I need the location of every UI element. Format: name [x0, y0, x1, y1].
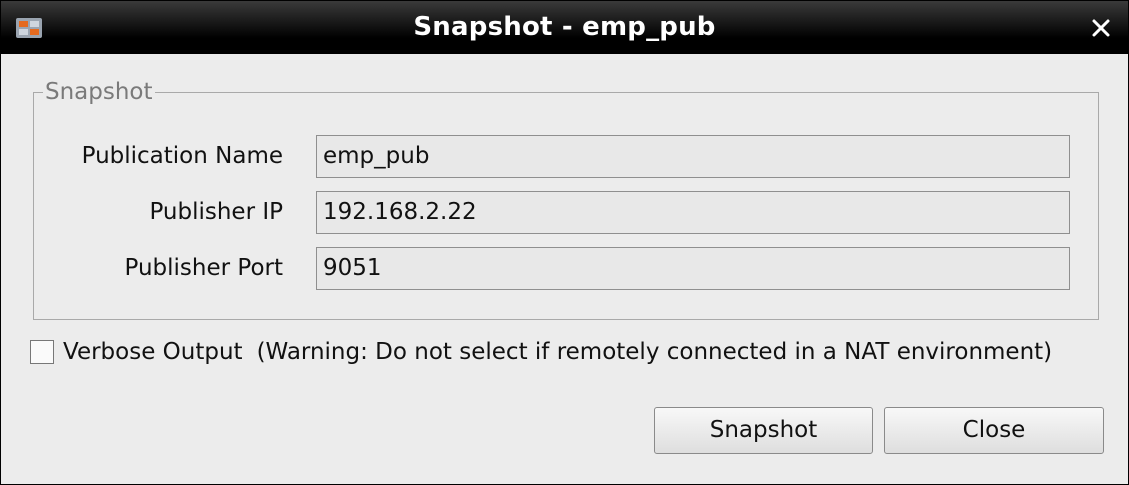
- group-legend: Snapshot: [43, 78, 155, 106]
- snapshot-dialog: Snapshot - emp_pub Snapshot Publication …: [0, 0, 1129, 485]
- publication-name-field[interactable]: emp_pub: [316, 135, 1070, 178]
- publisher-ip-field[interactable]: 192.168.2.22: [316, 191, 1070, 234]
- publisher-port-field[interactable]: 9051: [316, 247, 1070, 290]
- close-button[interactable]: Close: [884, 407, 1104, 454]
- publication-name-label: Publication Name: [81, 143, 283, 169]
- verbose-output-text: Verbose Output: [63, 339, 243, 365]
- nat-warning-text: (Warning: Do not select if remotely conn…: [256, 339, 1053, 365]
- publisher-port-label: Publisher Port: [124, 255, 284, 281]
- title-bar[interactable]: Snapshot - emp_pub: [1, 1, 1128, 54]
- window-title: Snapshot - emp_pub: [413, 12, 716, 42]
- close-icon[interactable]: [1090, 17, 1112, 39]
- publisher-ip-label: Publisher IP: [149, 199, 283, 225]
- verbose-output-checkbox[interactable]: [30, 340, 54, 364]
- snapshot-button[interactable]: Snapshot: [654, 407, 873, 454]
- verbose-output-label[interactable]: Verbose Output (Warning: Do not select if…: [63, 338, 1052, 366]
